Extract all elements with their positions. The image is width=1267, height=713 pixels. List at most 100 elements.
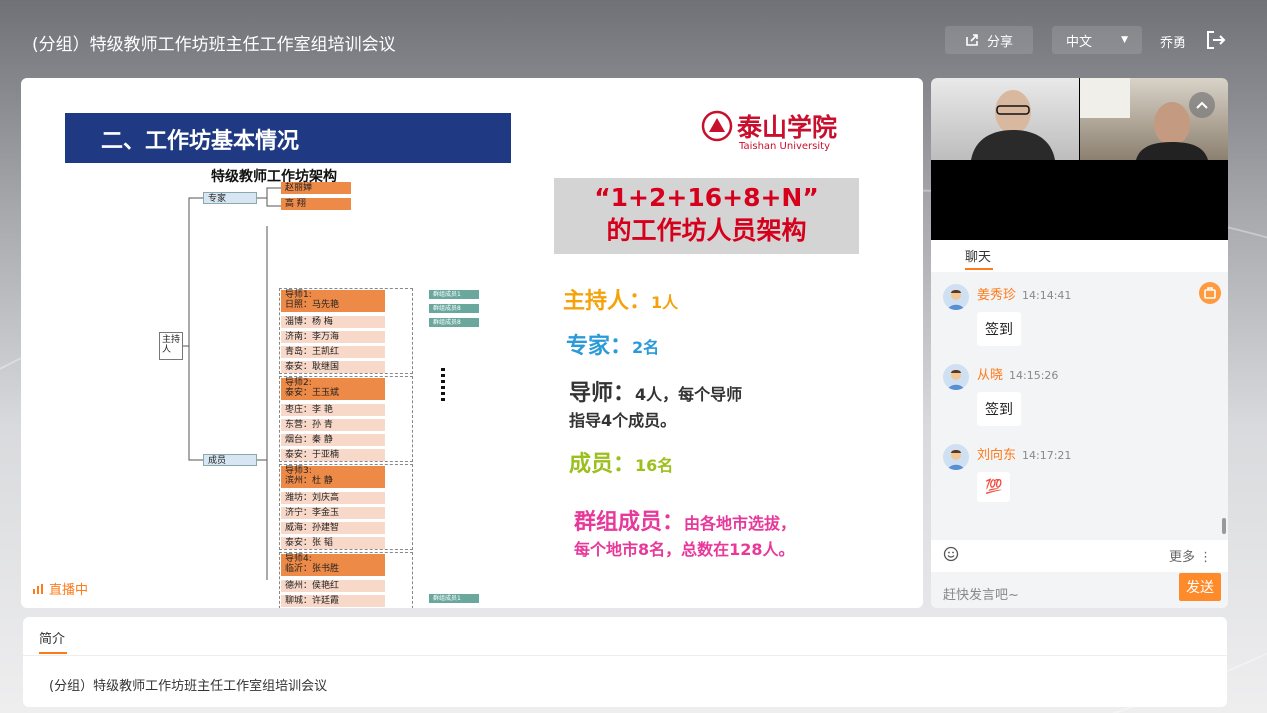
logout-icon[interactable] [1205, 29, 1227, 51]
mentor-head: 导师1: [285, 290, 312, 300]
org-chart: 主持人 专家 成员 赵丽婵 高 翔 导师1: 日照：马先艳 淄博：杨 梅济南：李万海… [139, 180, 479, 608]
language-value: 中文 [1066, 34, 1093, 50]
expert-stat-value: 2名 [632, 338, 660, 357]
mentor-name: 日照：马先艳 [285, 300, 340, 310]
expert-1: 赵丽婵 [281, 182, 351, 194]
intro-text: (分组）特级教师工作坊班主任工作室组培训会议 [49, 679, 328, 694]
member-item: 烟台：秦 静 [281, 434, 385, 446]
sender-name: 从晓 [977, 368, 1004, 383]
expert-node: 专家 [203, 192, 257, 204]
member-node: 成员 [203, 454, 257, 466]
mentor-name: 滨州：杜 静 [285, 476, 333, 486]
member-item: 济宁：李金玉 [281, 507, 385, 519]
group-stat-value2: 每个地市8名，总数在128人。 [574, 540, 795, 559]
side-panel: 聊天 姜秀珍 14:14:41 签到 从晓 14:15:26 签到 刘向东 14:17… [931, 78, 1228, 608]
message-time: 14:17:21 [1022, 449, 1072, 462]
member-item: 济南：李万海 [281, 331, 385, 343]
expert-stat-label: 专家： [566, 334, 633, 359]
mentor-head: 导师4: [285, 554, 312, 564]
share-icon [966, 34, 978, 46]
chat-sender: 从晓 14:15:26 [977, 364, 1058, 383]
message-time: 14:15:26 [1009, 369, 1059, 382]
share-button[interactable]: 分享 [945, 26, 1033, 54]
host-node: 主持人 [159, 332, 183, 360]
member-item: 东营：孙 青 [281, 419, 385, 431]
send-button[interactable]: 发送 [1179, 573, 1221, 601]
member-stat-value: 16名 [635, 456, 674, 475]
live-label: 直播中 [49, 583, 89, 598]
user-name: 乔勇 [1160, 36, 1187, 51]
member-item: 枣庄：李 艳 [281, 404, 385, 416]
person-silhouette-icon [1080, 78, 1208, 160]
group-stat-label: 群组成员： [574, 510, 685, 535]
mentor-node: 导师3: 滨州：杜 静 [281, 466, 385, 488]
ellipsis-dots [441, 368, 445, 402]
person-silhouette-icon [971, 90, 1055, 160]
chat-messages[interactable]: 姜秀珍 14:14:41 签到 从晓 14:15:26 签到 刘向东 14:17:21… [931, 272, 1228, 540]
host-node-label: 主持人 [162, 335, 181, 355]
member-node-label: 成员 [208, 456, 227, 466]
host-stat-label: 主持人： [563, 289, 652, 314]
chat-scrollbar[interactable] [1222, 518, 1226, 534]
video-area [931, 78, 1228, 240]
chat-bubble: 签到 [977, 312, 1021, 346]
mentor-node: 导师2: 泰安：王玉斌 [281, 378, 385, 400]
mentor-node: 导师1: 日照：马先艳 [281, 290, 385, 312]
member-item: 潍坊：刘庆高 [281, 492, 385, 504]
collapse-video-button[interactable] [1189, 92, 1215, 118]
signal-bars-icon [33, 583, 43, 594]
more-button[interactable]: 更多 ⋮ [1169, 546, 1212, 565]
member-item: 淄博：杨 梅 [281, 316, 385, 328]
sub-group-node: 群组成员8 [429, 304, 479, 313]
member-item: 威海：孙建智 [281, 522, 385, 534]
message-time: 14:14:41 [1022, 289, 1072, 302]
host-stat: 主持人：1人 [563, 283, 678, 315]
formula-line2: 的工作坊人员架构 [606, 216, 807, 245]
meeting-title: (分组）特级教师工作坊班主任工作室组培训会议 [32, 35, 396, 55]
chat-sender: 姜秀珍 14:14:41 [977, 284, 1071, 303]
member-item: 泰安：于亚楠 [281, 449, 385, 461]
emoji-icon[interactable] [943, 546, 959, 562]
sender-name: 刘向东 [977, 448, 1017, 463]
chevron-down-icon: ▼ [1121, 35, 1128, 45]
member-item: 泰安：耿继国 [281, 361, 385, 373]
avatar [943, 284, 969, 310]
mentor-stat-label: 导师： [569, 381, 636, 406]
host-stat-value: 1人 [651, 293, 679, 312]
mentor-stat-value: 4人，每个导师 [635, 385, 743, 404]
member-stat-label: 成员： [569, 452, 636, 477]
member-item: 聊城：许廷霞 [281, 595, 385, 607]
formula-box: “1+2+16+8+N” 的工作坊人员架构 [554, 178, 859, 254]
divider [23, 655, 1227, 656]
member-item: 泰安：张 韬 [281, 537, 385, 549]
intro-panel: 简介 (分组）特级教师工作坊班主任工作室组培训会议 [23, 617, 1227, 707]
mentor-name: 泰安：王玉斌 [285, 388, 340, 398]
sub-group-node: 群组成员8 [429, 318, 479, 327]
tab-chat-underline [965, 268, 993, 270]
tab-intro[interactable]: 简介 [39, 628, 65, 647]
chevron-up-icon [1196, 101, 1208, 109]
member-stat: 成员：16名 [569, 446, 673, 478]
chat-bubble: 💯 [977, 472, 1011, 502]
top-bar: (分组）特级教师工作坊班主任工作室组培训会议 分享 中文 ▼ 乔勇 [0, 0, 1267, 78]
live-indicator: 直播中 [33, 579, 88, 598]
avatar [943, 364, 969, 390]
member-item: 德州：侯艳红 [281, 580, 385, 592]
gift-bag-icon[interactable] [1199, 282, 1221, 304]
expert-node-label: 专家 [208, 194, 227, 204]
sender-name: 姜秀珍 [977, 288, 1017, 303]
formula-line1: “1+2+16+8+N” [594, 183, 819, 212]
logo-text-en: Taishan University [739, 141, 830, 152]
share-label: 分享 [986, 34, 1013, 50]
member-item: 青岛：王凯红 [281, 346, 385, 358]
mentor-head: 导师2: [285, 378, 312, 388]
chat-sender: 刘向东 14:17:21 [977, 444, 1071, 463]
group-stat: 群组成员：由各地市选拔， 每个地市8名，总数在128人。 [574, 504, 796, 560]
mentor-node: 导师4: 临沂：张书胜 [281, 554, 385, 576]
language-select[interactable]: 中文 ▼ [1052, 26, 1142, 54]
tab-intro-underline [39, 652, 67, 654]
tab-chat[interactable]: 聊天 [965, 246, 991, 265]
slide-title: 二、工作坊基本情况 [65, 113, 511, 163]
mentor-stat-value2: 指导4个成员。 [569, 411, 677, 430]
university-logo: 泰山学院 Taishan University [701, 108, 861, 156]
